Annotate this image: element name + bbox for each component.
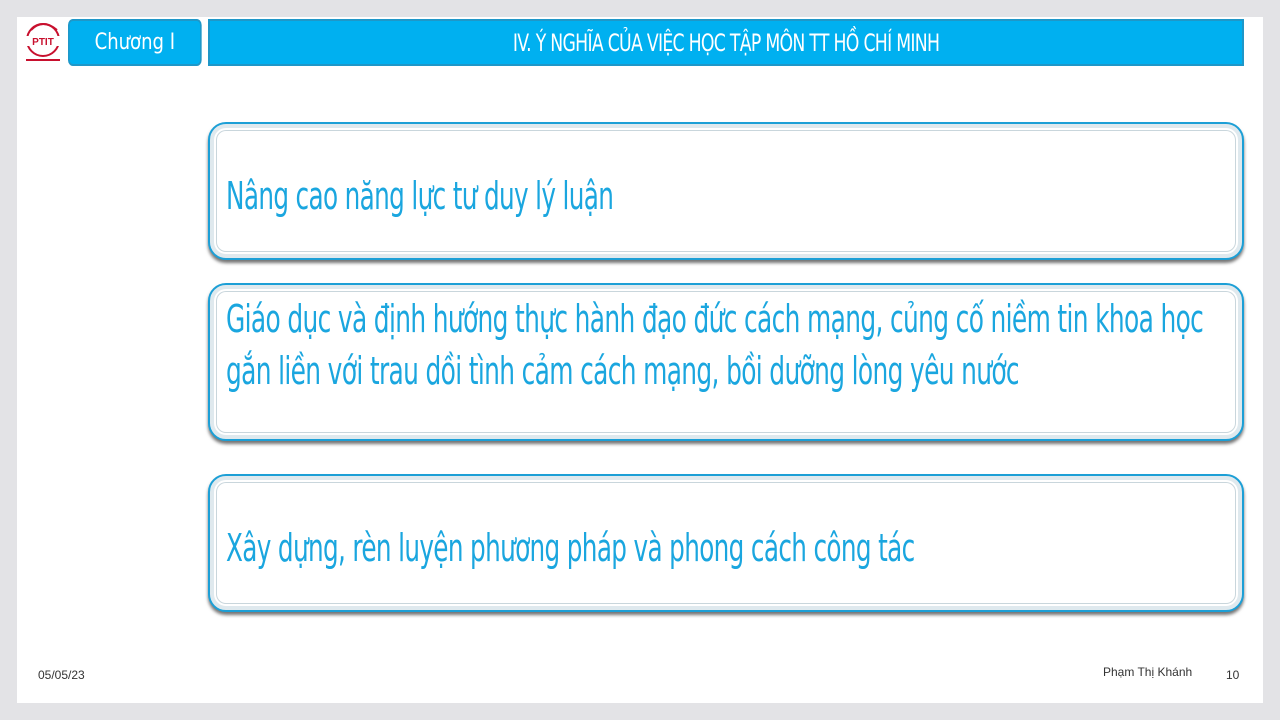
- content-card-3: Xây dựng, rèn luyện phương pháp và phong…: [208, 474, 1244, 612]
- footer-date: 05/05/23: [38, 668, 85, 682]
- footer-author: Phạm Thị Khánh: [1103, 665, 1193, 679]
- ptit-logo: PTIT: [25, 23, 61, 61]
- card-text-2: Giáo dục và định hướng thực hành đạo đức…: [226, 297, 1204, 393]
- content-card-2: Giáo dục và định hướng thực hành đạo đức…: [208, 283, 1244, 441]
- card-text-1: Nâng cao năng lực tư duy lý luận: [226, 174, 614, 218]
- page-number: 10: [1226, 668, 1240, 682]
- logo-text: PTIT: [32, 37, 54, 48]
- card-text-3: Xây dựng, rèn luyện phương pháp và phong…: [226, 526, 915, 570]
- content-card-1: Nâng cao năng lực tư duy lý luận: [208, 122, 1244, 260]
- chapter-label: Chương I: [68, 19, 202, 66]
- slide-title: IV. Ý NGHĨA CỦA VIỆC HỌC TẬP MÔN TT HỒ C…: [512, 28, 940, 57]
- title-bar: IV. Ý NGHĨA CỦA VIỆC HỌC TẬP MÔN TT HỒ C…: [208, 19, 1244, 66]
